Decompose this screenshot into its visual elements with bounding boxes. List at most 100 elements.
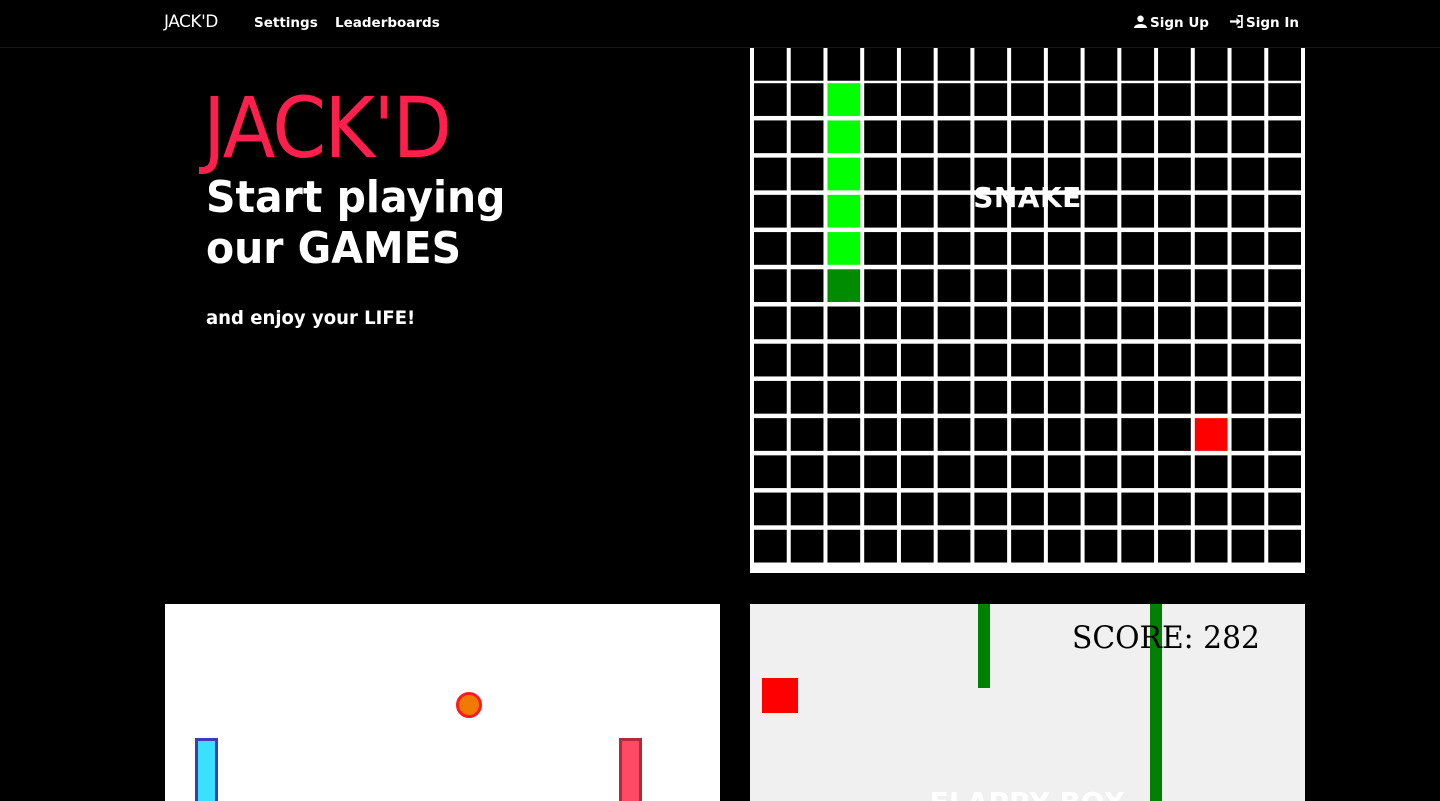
- snake-cell: [1084, 306, 1118, 340]
- snake-cell: [790, 120, 824, 154]
- snake-cell: [864, 232, 897, 265]
- snake-cell: [1268, 232, 1301, 265]
- snake-cell: [1084, 455, 1118, 489]
- snake-cell: [900, 492, 934, 526]
- snake-cell: [790, 269, 824, 303]
- snake-cell: [1231, 343, 1265, 377]
- pong-game-board[interactable]: [165, 604, 720, 801]
- snake-cell: [1231, 83, 1265, 116]
- snake-cell: [864, 83, 897, 116]
- snake-cell: [1231, 306, 1265, 340]
- snake-cell: [1047, 455, 1081, 489]
- snake-cell: [790, 529, 824, 563]
- flappy-game-board[interactable]: SCORE: 282 FLAPPY BOX: [750, 604, 1305, 801]
- snake-cell: [1011, 232, 1044, 265]
- snake-cell: [974, 269, 1008, 303]
- snake-cell: [1121, 120, 1155, 154]
- snake-cell: [900, 232, 934, 265]
- snake-cell: [900, 418, 934, 451]
- snake-cell: [1158, 83, 1191, 116]
- snake-cell: [790, 306, 824, 340]
- nav-settings-link[interactable]: Settings: [254, 15, 318, 31]
- snake-cell: [1158, 418, 1191, 451]
- snake-cell: [827, 455, 861, 489]
- snake-cell: [1121, 83, 1155, 116]
- snake-cell: [1231, 529, 1265, 563]
- snake-cell: [790, 418, 824, 451]
- sign-in-link[interactable]: Sign In: [1230, 15, 1299, 31]
- log-in-icon: [1230, 15, 1243, 28]
- snake-cell: [864, 529, 897, 563]
- snake-cell: [754, 418, 787, 451]
- snake-cell: [1011, 455, 1044, 489]
- snake-cell: [900, 306, 934, 340]
- snake-cell: [1011, 492, 1044, 526]
- snake-cell: [974, 48, 1008, 81]
- snake-cell: [1268, 529, 1301, 563]
- snake-cell: [1084, 120, 1118, 154]
- snake-cell: [900, 269, 934, 303]
- snake-cell: [864, 343, 897, 377]
- snake-cell: [1121, 232, 1155, 265]
- snake-cell: [790, 232, 824, 265]
- nav-leaderboards-link[interactable]: Leaderboards: [335, 15, 440, 31]
- snake-cell: [827, 418, 861, 451]
- sign-up-link[interactable]: Sign Up: [1134, 15, 1209, 31]
- snake-body-segment: [827, 120, 861, 154]
- snake-cell: [1231, 269, 1265, 303]
- snake-head: [827, 269, 861, 303]
- snake-cell: [864, 120, 897, 154]
- snake-cell: [1121, 380, 1155, 414]
- snake-cell: [900, 529, 934, 563]
- snake-game-label[interactable]: SNAKE: [750, 181, 1305, 214]
- snake-cell: [1011, 418, 1044, 451]
- snake-cell: [754, 343, 787, 377]
- snake-cell: [1084, 343, 1118, 377]
- flappy-game-label[interactable]: FLAPPY BOX: [750, 786, 1305, 801]
- snake-cell: [1121, 529, 1155, 563]
- snake-cell: [1231, 380, 1265, 414]
- top-navbar: JACK'D Settings Leaderboards Sign Up Sig…: [0, 0, 1440, 48]
- snake-cell: [900, 380, 934, 414]
- snake-game-board[interactable]: [750, 48, 1305, 573]
- snake-cell: [1121, 418, 1155, 451]
- sign-in-label: Sign In: [1246, 15, 1299, 31]
- snake-cell: [1158, 380, 1191, 414]
- snake-cell: [1158, 269, 1191, 303]
- snake-cell: [864, 269, 897, 303]
- snake-cell: [827, 492, 861, 526]
- snake-cell: [1084, 418, 1118, 451]
- snake-cell: [827, 343, 861, 377]
- snake-cell: [974, 232, 1008, 265]
- snake-cell: [864, 418, 897, 451]
- snake-cell: [1231, 48, 1265, 81]
- snake-cell: [1268, 418, 1301, 451]
- snake-cell: [1194, 380, 1228, 414]
- snake-body-segment: [827, 232, 861, 265]
- snake-cell: [1047, 83, 1081, 116]
- snake-cell: [1011, 380, 1044, 414]
- snake-cell: [1011, 306, 1044, 340]
- snake-cell: [937, 48, 971, 81]
- snake-cell: [937, 120, 971, 154]
- snake-cell: [900, 48, 934, 81]
- snake-cell: [1194, 232, 1228, 265]
- snake-cell: [1158, 306, 1191, 340]
- snake-cell: [1158, 492, 1191, 526]
- snake-cell: [1084, 492, 1118, 526]
- snake-cell: [974, 306, 1008, 340]
- snake-food: [1194, 418, 1228, 451]
- snake-cell: [937, 269, 971, 303]
- snake-cell: [1194, 492, 1228, 526]
- snake-cell: [1011, 83, 1044, 116]
- brand-link[interactable]: JACK'D: [164, 12, 218, 32]
- snake-cell: [1231, 418, 1265, 451]
- snake-cell: [1231, 120, 1265, 154]
- snake-cell: [1047, 380, 1081, 414]
- snake-cell: [754, 48, 787, 81]
- snake-cell: [974, 343, 1008, 377]
- snake-cell: [1121, 48, 1155, 81]
- snake-cell: [1011, 48, 1044, 81]
- snake-cell: [1231, 232, 1265, 265]
- snake-cell: [1194, 343, 1228, 377]
